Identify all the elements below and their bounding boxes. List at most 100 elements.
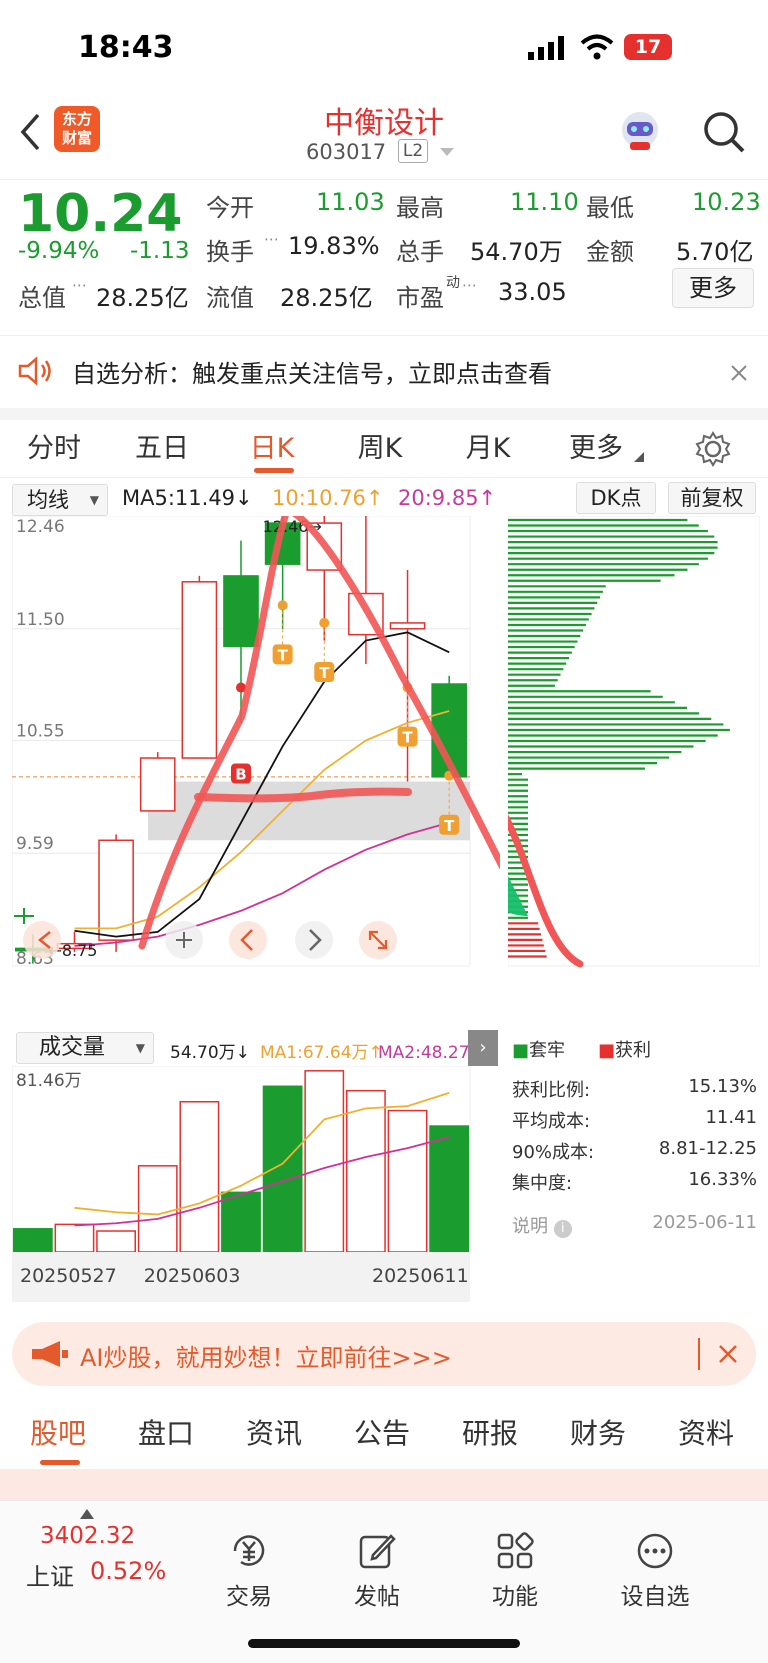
battery-level: 17 [634,36,662,58]
close-icon[interactable] [730,364,748,382]
close-icon[interactable] [718,1344,738,1364]
tab-monthly-k[interactable]: 月K [452,420,524,478]
battery-icon: 17 [624,34,672,60]
info-dots-icon[interactable]: ⋯ [72,276,87,294]
corner-arrow-icon [634,452,644,462]
volume-bar [262,1085,303,1253]
info-tabs: 股吧 盘口 资讯 公告 研报 财务 资料 [0,1398,768,1470]
divider [698,1338,700,1370]
tab-finance[interactable]: 财务 [570,1412,626,1452]
wifi-icon [580,34,614,60]
chart-control-button [295,921,333,959]
kline-chart[interactable]: 12.4611.5010.559.598.6312.46→←8.75TTTTB [12,516,500,1026]
volume-bar [54,1223,95,1253]
tab-news[interactable]: 资讯 [246,1412,302,1452]
robot-assistant-icon[interactable] [618,106,662,154]
tab-guba[interactable]: 股吧 [30,1412,86,1452]
t-marker-label: T [402,729,413,747]
pe-sup: 动 [446,275,460,291]
chip-row-value: 11.41 [705,1107,757,1128]
dropdown-icon: ▼ [135,1041,145,1055]
explain-label: 说明 [512,1216,548,1237]
ma20-value: 20:9.85↑ [398,486,497,510]
tab-weekly-k[interactable]: 周K [344,420,416,478]
chip-row-value: 15.13% [688,1076,757,1097]
functions-button[interactable]: 功能 [460,1531,570,1611]
chip-row-key: 平均成本: [512,1111,591,1132]
volume-select-label: 成交量 [39,1035,106,1060]
trade-button[interactable]: 交易 [194,1531,304,1611]
quote-panel: 10.24 -9.94% -1.13 今开 11.03 最高 11.10 最低 … [0,180,768,335]
x-tick-label: 20250527 [20,1265,117,1287]
chip-row-value: 16.33% [688,1169,757,1190]
volume-bar [304,1070,345,1253]
ma10-value: 10:10.76↑ [272,486,384,510]
volume-indicator-select[interactable]: 成交量 ▼ [16,1032,154,1064]
legend-trapped: ■套牢 [512,1036,565,1062]
pe-value: 33.05 [498,278,567,306]
legend-trapped-label: 套牢 [529,1040,566,1061]
post-label: 发帖 [354,1584,400,1610]
index-name[interactable]: 上证 [26,1557,74,1592]
legend-swatch-red: ■ [598,1040,616,1061]
volume-value: 54.70万↓ [170,1043,250,1063]
candle-body [223,575,259,648]
tab-more[interactable]: 更多 [560,420,632,478]
megaphone-icon [32,1341,68,1367]
indicator-select[interactable]: 均线 ▼ [12,484,108,516]
indicator-select-label: 均线 [27,488,69,512]
low-label: 最低 [586,194,634,222]
chip-row-profit-ratio: 获利比例: 15.13% [512,1076,757,1106]
bottom-dock: 3402.32 上证 0.52% 交易 发帖 功能 设自选 [0,1500,768,1663]
y-tick-label: 10.55 [16,721,65,741]
open-label: 今开 [206,194,254,222]
index-change-pct[interactable]: 0.52% [90,1557,166,1585]
chip-row-key: 集中度: [512,1173,573,1194]
tab-profile[interactable]: 资料 [678,1412,734,1452]
search-icon[interactable] [702,110,746,154]
index-value[interactable]: 3402.32 [40,1523,135,1549]
volume-max-label: 81.46万 [16,1071,82,1091]
low-value: 10.23 [692,188,761,216]
legend-swatch-green: ■ [512,1040,530,1061]
home-indicator [248,1639,520,1648]
speaker-icon [18,356,51,386]
expand-arrow-button[interactable]: › [468,1030,498,1066]
float-value: 28.25亿 [280,284,373,312]
volume-chart[interactable]: 81.46万 20250527 20250603 20250611 [12,1066,500,1306]
notice-bar[interactable]: 自选分析：触发重点关注信号，立即点击查看 [0,335,768,408]
chip-distribution-chart [508,516,760,968]
y-tick-label: 11.50 [16,610,65,630]
ad-text: AI炒股，就用妙想！立即前往>>> [80,1344,452,1372]
chip-row-value: 8.81-12.25 [658,1138,757,1159]
high-label: 最高 [396,194,444,222]
t-marker-label: T [319,664,330,682]
change-pct: -9.94% [18,238,100,264]
dropdown-icon: ▼ [89,493,99,507]
ma5-value: MA5:11.49↓ [122,486,253,510]
tab-announcements[interactable]: 公告 [354,1412,410,1452]
settings-gear-icon[interactable] [694,430,732,468]
separator [0,408,768,420]
t-marker-label: T [278,646,289,664]
dropdown-icon[interactable] [440,148,454,158]
add-watchlist-button[interactable]: 设自选 [600,1531,710,1611]
tab-intraday[interactable]: 分时 [18,420,90,478]
adjust-button[interactable]: 前复权 [668,482,756,514]
info-icon: i [553,1220,572,1238]
info-dots-icon[interactable]: ⋯ [462,276,477,294]
explain-link[interactable]: 说明 i [512,1212,572,1238]
tab-pankou[interactable]: 盘口 [138,1412,194,1452]
active-tab-indicator [254,468,294,473]
ai-ad-banner[interactable]: AI炒股，就用妙想！立即前往>>> [12,1322,756,1386]
post-button[interactable]: 发帖 [322,1531,432,1611]
tab-five-day[interactable]: 五日 [126,420,198,478]
tab-research[interactable]: 研报 [462,1412,518,1452]
active-tab-indicator [40,1460,80,1465]
more-button[interactable]: 更多 [672,268,754,308]
info-dots-icon[interactable]: ⋯ [264,230,279,248]
chip-row-key: 90%成本: [512,1142,595,1163]
dk-point-button[interactable]: DK点 [576,482,656,514]
volume-bar [346,1089,386,1253]
add-watchlist-label: 设自选 [620,1584,690,1610]
